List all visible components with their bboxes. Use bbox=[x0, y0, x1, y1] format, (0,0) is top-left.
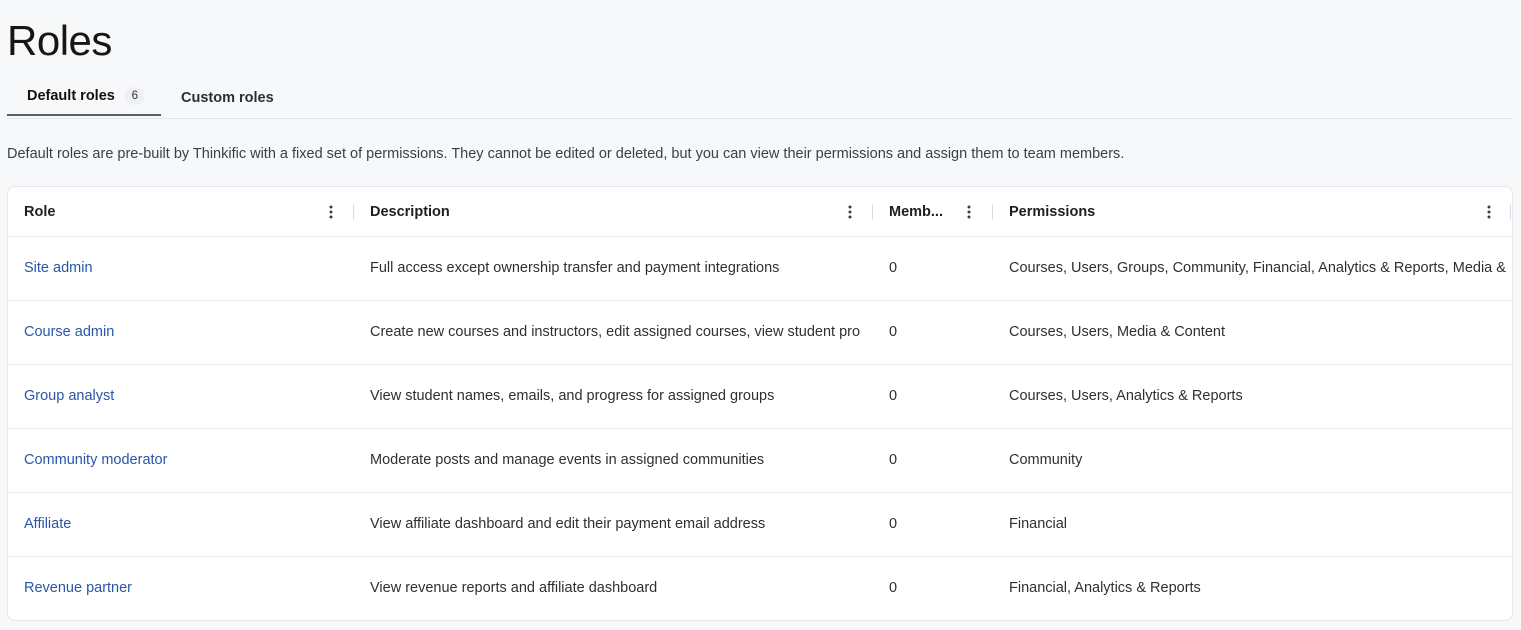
role-member-count: 0 bbox=[889, 452, 898, 468]
roles-table: Role Description Memb... Permissions Sit… bbox=[7, 186, 1513, 621]
role-description: View affiliate dashboard and edit their … bbox=[370, 516, 766, 532]
column-resize-handle[interactable] bbox=[1510, 204, 1511, 220]
role-link-affiliate[interactable]: Affiliate bbox=[24, 516, 71, 532]
more-vertical-icon[interactable] bbox=[324, 187, 338, 236]
role-permissions: Financial, Analytics & Reports bbox=[1009, 580, 1201, 596]
role-member-count: 0 bbox=[889, 324, 898, 340]
role-member-count: 0 bbox=[889, 580, 898, 596]
column-resize-handle[interactable] bbox=[872, 204, 873, 220]
role-permissions: Financial bbox=[1009, 516, 1068, 532]
role-link-group-analyst[interactable]: Group analyst bbox=[24, 388, 114, 404]
more-vertical-icon[interactable] bbox=[843, 187, 857, 236]
column-header-members: Memb... bbox=[889, 203, 943, 220]
role-permissions: Courses, Users, Groups, Community, Finan… bbox=[1009, 260, 1506, 276]
table-row: Affiliate View affiliate dashboard and e… bbox=[8, 492, 1512, 557]
role-description: View revenue reports and affiliate dashb… bbox=[370, 580, 658, 596]
column-header-description: Description bbox=[370, 203, 450, 220]
role-member-count: 0 bbox=[889, 388, 898, 404]
role-description: Full access except ownership transfer an… bbox=[370, 260, 780, 276]
role-link-site-admin[interactable]: Site admin bbox=[24, 260, 93, 276]
more-vertical-icon[interactable] bbox=[1482, 187, 1496, 236]
role-permissions: Community bbox=[1009, 452, 1083, 468]
column-resize-handle[interactable] bbox=[992, 204, 993, 220]
role-permissions: Courses, Users, Media & Content bbox=[1009, 324, 1225, 340]
role-link-community-moderator[interactable]: Community moderator bbox=[24, 452, 167, 468]
role-description: Create new courses and instructors, edit… bbox=[370, 324, 861, 340]
role-description: Moderate posts and manage events in assi… bbox=[370, 452, 765, 468]
role-member-count: 0 bbox=[889, 260, 898, 276]
role-description: View student names, emails, and progress… bbox=[370, 388, 775, 404]
table-header-row: Role Description Memb... Permissions bbox=[8, 187, 1512, 237]
page-title: Roles bbox=[7, 17, 112, 64]
column-resize-handle[interactable] bbox=[353, 204, 354, 220]
tab-default-roles-label: Default roles bbox=[27, 88, 115, 104]
column-header-permissions: Permissions bbox=[1009, 203, 1096, 220]
role-link-course-admin[interactable]: Course admin bbox=[24, 324, 114, 340]
table-row: Course admin Create new courses and inst… bbox=[8, 300, 1512, 365]
table-row: Group analyst View student names, emails… bbox=[8, 364, 1512, 429]
column-header-role: Role bbox=[24, 203, 56, 220]
tab-default-roles[interactable]: Default roles 6 bbox=[7, 78, 161, 116]
tab-custom-roles[interactable]: Custom roles bbox=[181, 78, 274, 117]
role-permissions: Courses, Users, Analytics & Reports bbox=[1009, 388, 1243, 404]
default-roles-count-badge: 6 bbox=[124, 87, 145, 105]
tab-custom-roles-label: Custom roles bbox=[181, 89, 274, 106]
role-member-count: 0 bbox=[889, 516, 898, 532]
more-vertical-icon[interactable] bbox=[962, 187, 976, 236]
table-row: Site admin Full access except ownership … bbox=[8, 236, 1512, 301]
roles-tabs: Default roles 6 Custom roles bbox=[7, 78, 1512, 119]
default-roles-description: Default roles are pre-built by Thinkific… bbox=[7, 146, 1125, 162]
table-row: Revenue partner View revenue reports and… bbox=[8, 556, 1512, 620]
role-link-revenue-partner[interactable]: Revenue partner bbox=[24, 580, 132, 596]
table-row: Community moderator Moderate posts and m… bbox=[8, 428, 1512, 493]
roles-page: Roles Default roles 6 Custom roles Defau… bbox=[0, 0, 1521, 630]
